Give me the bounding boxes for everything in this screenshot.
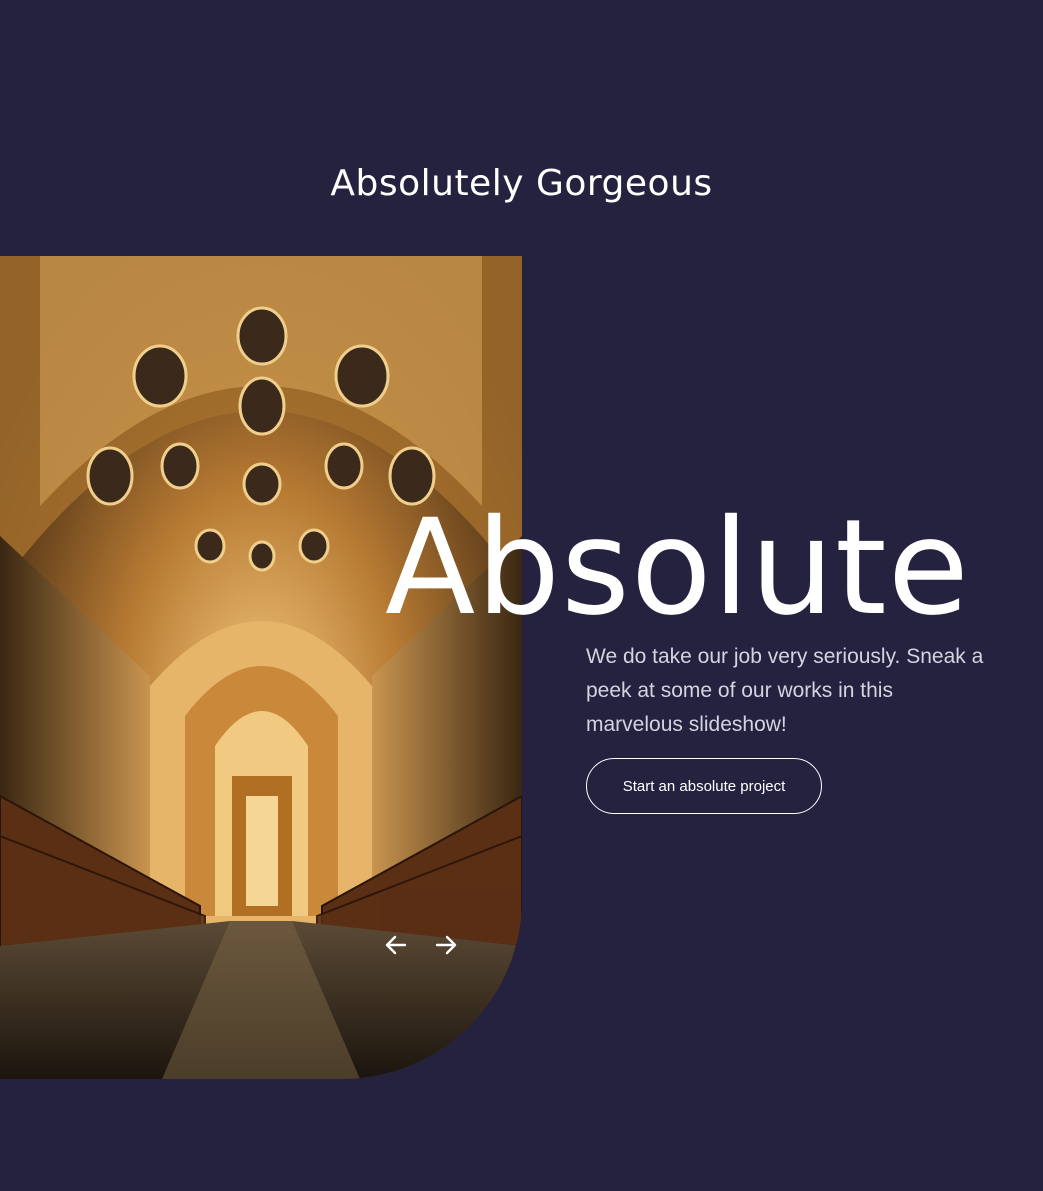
arrow-left-icon bbox=[384, 933, 408, 960]
previous-slide-button[interactable] bbox=[380, 930, 412, 962]
slide-description: We do take our job very seriously. Sneak… bbox=[586, 645, 984, 736]
next-slide-button[interactable] bbox=[430, 930, 462, 962]
arrow-right-icon bbox=[434, 933, 458, 960]
start-project-button[interactable]: Start an absolute project bbox=[586, 758, 822, 814]
section-title: Absolutely Gorgeous bbox=[330, 163, 713, 204]
slide-heading: Absolute bbox=[385, 491, 970, 645]
